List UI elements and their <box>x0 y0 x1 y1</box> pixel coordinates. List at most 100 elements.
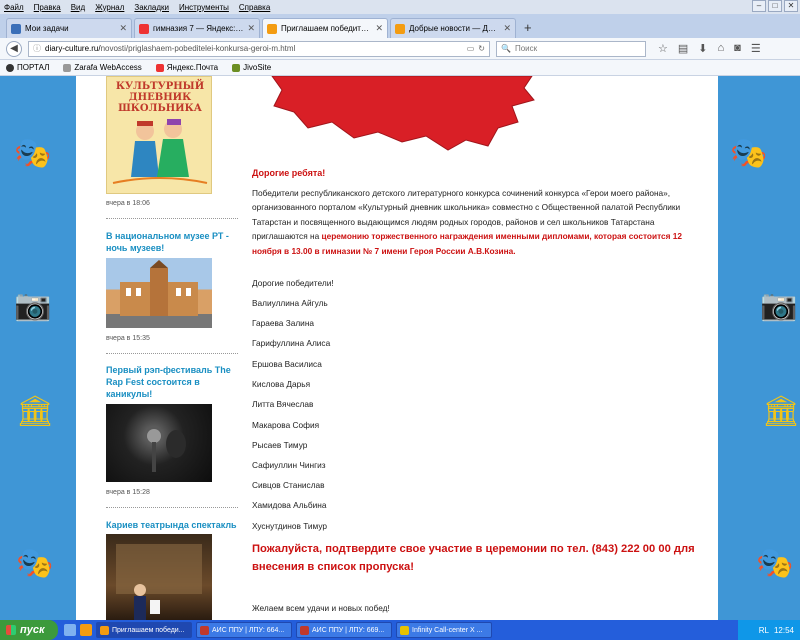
culture-diary-logo[interactable]: КУЛЬТУРНЫЙ ДНЕВНИК ШКОЛЬНИКА <box>106 76 212 194</box>
sidebar-item-time-row: вчера в 15:35 <box>106 335 242 342</box>
tab-favicon-icon <box>139 23 149 34</box>
theater-mask-icon: 🎭 <box>756 547 794 580</box>
home-icon[interactable]: ⌂ <box>718 42 725 55</box>
menu-file[interactable]: Файл <box>4 3 24 12</box>
back-button[interactable]: ◀ <box>6 40 22 57</box>
tab-close-icon[interactable]: ✕ <box>375 23 383 34</box>
theater-thumbnail[interactable] <box>106 534 212 620</box>
kids-illustration <box>112 119 208 184</box>
taskbar-item[interactable]: Infinity Call-center X ... <box>396 622 492 638</box>
tab-close-icon[interactable]: ✕ <box>503 23 511 34</box>
taskbar-item[interactable]: АИС ППУ | ЛПУ: 664... <box>196 622 292 638</box>
tab-label: гимназия 7 — Яндекс: нашл... <box>153 24 243 33</box>
rap-fest-thumbnail[interactable] <box>106 404 212 482</box>
sidebar-item-title[interactable]: Кариев театрында спектакль <box>106 519 242 531</box>
pocket-icon[interactable]: ◙ <box>734 42 741 55</box>
reload-icon[interactable]: ↻ <box>478 44 485 53</box>
menu-history[interactable]: Журнал <box>95 3 124 12</box>
tab-close-icon[interactable]: ✕ <box>247 23 255 34</box>
show-desktop-icon[interactable] <box>64 624 76 636</box>
camera-icon: 📷 <box>14 289 52 322</box>
jivosite-icon <box>232 63 241 72</box>
winner-name: Литта Вячеслав <box>252 399 314 409</box>
winner-name: Сафиуллин Чингиз <box>252 460 326 470</box>
tab-strip: Мои задачи ✕ гимназия 7 — Яндекс: нашл..… <box>0 14 800 38</box>
closing-wish: Желаем всем удачи и новых побед! <box>252 603 390 613</box>
document-icon <box>63 63 72 72</box>
sidebar-item-title[interactable]: Первый рэп-фестиваль The Rap Fest состои… <box>106 364 242 400</box>
sidebar-item-time: вчера в 18:06 <box>106 200 150 207</box>
column-icon: 🏛 <box>16 395 55 428</box>
taskbar-item-label: АИС ППУ | ЛПУ: 664... <box>212 626 285 634</box>
app-icon <box>200 625 209 635</box>
winner-name: Хамидова Альбина <box>252 500 327 510</box>
taskbar-item-label: Infinity Call-center X ... <box>412 626 483 634</box>
menu-help[interactable]: Справка <box>239 3 270 12</box>
download-icon[interactable]: ⬇ <box>698 42 707 55</box>
divider <box>106 218 238 219</box>
winner-name: Гараева Залина <box>252 318 315 328</box>
winner-name: Ершова Василиса <box>252 359 322 369</box>
tab-yandex-search[interactable]: гимназия 7 — Яндекс: нашл... ✕ <box>134 18 260 38</box>
taskbar-item-label: Приглашаем победи... <box>112 626 185 634</box>
navigation-bar: ◀ ⓘ diary-culture.ru/novosti/priglashaem… <box>0 38 800 60</box>
menu-view[interactable]: Вид <box>71 3 85 12</box>
sidebar-item-title[interactable]: В национальном музее РТ - ночь музеев! <box>106 230 242 254</box>
bookmark-yandex-mail[interactable]: Яндекс.Почта <box>155 63 218 72</box>
reader-view-icon[interactable]: ▭ <box>467 44 475 53</box>
sidebar-item: В национальном музее РТ - ночь музеев! <box>106 230 242 254</box>
winner-name: Гарифуллина Алиса <box>252 338 331 348</box>
search-icon: 🔍 <box>501 44 511 53</box>
greeting-heading: Дорогие ребята! <box>252 168 326 178</box>
taskbar-item[interactable]: Приглашаем победи... <box>96 622 192 638</box>
toolbar-icons: ☆ ▤ ⬇ ⌂ ◙ ☰ <box>658 42 761 55</box>
minimize-button[interactable]: – <box>752 0 766 12</box>
tatarstan-map <box>271 76 535 151</box>
window-controls: – □ ✕ <box>752 0 798 12</box>
info-icon[interactable]: ⓘ <box>33 43 41 54</box>
column-icon: 🏛 <box>762 395 800 428</box>
browser-icon[interactable] <box>80 624 92 636</box>
bookmark-jivosite[interactable]: JivoSite <box>232 63 271 72</box>
museum-thumbnail[interactable] <box>106 258 212 328</box>
tab-favicon-icon <box>11 23 21 34</box>
address-text: diary-culture.ru/novosti/priglashaem-pob… <box>45 44 296 53</box>
windows-logo-icon <box>6 625 16 635</box>
winner-name: Кислова Дарья <box>252 379 311 389</box>
sidebar-item: Кариев театрында спектакль <box>106 519 242 531</box>
bookmark-star-icon[interactable]: ☆ <box>658 42 668 55</box>
app-icon <box>300 625 309 635</box>
tab-my-tasks[interactable]: Мои задачи ✕ <box>6 18 132 38</box>
taskbar-item[interactable]: АИС ППУ | ЛПУ: 669... <box>296 622 392 638</box>
invitation-paragraph: Победители республиканского детского лит… <box>252 186 692 258</box>
tab-current-page[interactable]: Приглашаем победителей конкур... ✕ <box>262 18 388 38</box>
language-indicator[interactable]: RL <box>759 626 769 635</box>
tab-close-icon[interactable]: ✕ <box>119 23 127 34</box>
page-viewport[interactable]: 🎭 📷 🏛 🎭 🎭 📷 🏛 🎭 КУЛЬТУРНЫЙ ДНЕВНИК ШКОЛЬНИ… <box>0 76 800 620</box>
address-bar[interactable]: ⓘ diary-culture.ru/novosti/priglashaem-p… <box>28 40 490 57</box>
bookmark-portal[interactable]: ПОРТАЛ <box>6 63 49 72</box>
bookmarks-toolbar: ПОРТАЛ Zarafa WebAccess Яндекс.Почта Jiv… <box>0 60 800 76</box>
search-bar[interactable]: 🔍 Поиск <box>496 40 646 57</box>
call-center-icon <box>400 625 409 635</box>
winner-name: Валиуллина Айгуль <box>252 298 328 308</box>
tab-good-news[interactable]: Добрые новости — Дневник до... ✕ <box>390 18 516 38</box>
menu-edit[interactable]: Правка <box>34 3 61 12</box>
menu-tools[interactable]: Инструменты <box>179 3 229 12</box>
theater-mask-icon: 🎭 <box>16 547 54 580</box>
bookmark-zarafa[interactable]: Zarafa WebAccess <box>63 63 142 72</box>
gear-icon <box>6 63 14 72</box>
new-tab-button[interactable]: + <box>518 18 538 38</box>
museum-building-illustration <box>120 260 198 316</box>
maximize-button[interactable]: □ <box>768 0 782 12</box>
tab-label: Приглашаем победителей конкур... <box>281 24 371 33</box>
library-icon[interactable]: ▤ <box>678 42 688 55</box>
start-button[interactable]: пуск <box>0 620 58 640</box>
menu-bookmarks[interactable]: Закладки <box>134 3 169 12</box>
close-button[interactable]: ✕ <box>784 0 798 12</box>
taskbar-item-label: АИС ППУ | ЛПУ: 669... <box>312 626 385 634</box>
menu-icon[interactable]: ☰ <box>751 42 761 55</box>
firefox-icon <box>100 625 109 635</box>
system-tray: RL 12:54 <box>738 620 800 640</box>
tab-favicon-icon <box>267 23 277 34</box>
